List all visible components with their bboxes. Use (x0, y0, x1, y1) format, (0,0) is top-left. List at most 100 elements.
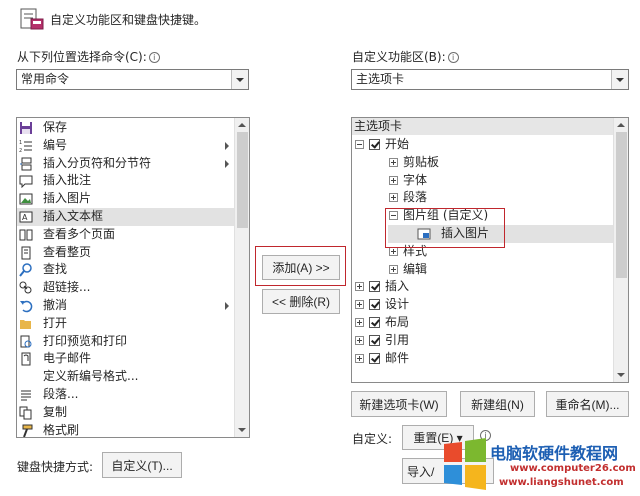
tree-item-label: 段落 (403, 190, 428, 205)
list-item[interactable]: 电子邮件 (17, 350, 235, 368)
chevron-down-icon[interactable] (611, 70, 628, 89)
format-painter-icon (19, 424, 33, 437)
chevron-down-icon[interactable] (231, 70, 248, 89)
tree-item[interactable]: 引用 (352, 332, 614, 350)
list-item[interactable]: 格式刷 (17, 422, 235, 437)
scroll-thumb[interactable] (237, 132, 248, 228)
submenu-arrow-icon (225, 159, 229, 168)
list-item-label: 复制 (43, 404, 68, 419)
list-item-label: 定义新编号格式... (43, 369, 139, 384)
collapse-icon[interactable] (355, 140, 364, 149)
windows-logo-icon (440, 438, 488, 490)
tab-checkbox[interactable] (369, 334, 380, 346)
tree-item[interactable]: 开始 (352, 136, 614, 154)
watermark-url-1: www.computer26.com (510, 463, 636, 474)
scroll-down-icon[interactable] (235, 423, 249, 437)
tree-item[interactable]: 编辑 (352, 261, 614, 279)
expand-icon[interactable] (389, 246, 398, 256)
tree-item-label: 布局 (385, 315, 410, 329)
svg-text:2: 2 (19, 148, 22, 153)
list-item[interactable]: 定义新编号格式... (17, 368, 235, 386)
list-item[interactable]: A 插入文本框 (17, 208, 235, 226)
expand-icon[interactable] (389, 157, 398, 167)
list-item[interactable]: 查看多个页面 (17, 226, 235, 244)
tree-item[interactable]: 布局 (352, 314, 614, 332)
list-item[interactable]: 插入批注 (17, 172, 235, 190)
customize-shortcuts-button[interactable]: 自定义(T)... (102, 452, 182, 478)
tree-item[interactable]: 字体 (352, 172, 614, 190)
list-item[interactable]: 插入分页符和分节符 (17, 155, 235, 173)
list-item[interactable]: 插入图片 (17, 190, 235, 208)
expand-icon[interactable] (355, 353, 364, 363)
list-item[interactable]: 打印预览和打印 (17, 333, 235, 351)
expand-icon[interactable] (389, 264, 398, 274)
tree-scrollbar[interactable] (613, 118, 628, 382)
tree-item[interactable]: 段落 (352, 189, 614, 207)
list-item-label: 超链接... (43, 280, 91, 295)
expand-icon[interactable] (355, 300, 364, 310)
undo-icon (19, 299, 33, 313)
list-item[interactable]: 撤消 (17, 297, 235, 315)
info-icon: i (447, 52, 459, 63)
list-item[interactable]: 查看整页 (17, 244, 235, 262)
expand-icon[interactable] (389, 175, 398, 185)
tab-checkbox[interactable] (369, 281, 380, 293)
multiple-pages-icon (19, 228, 33, 242)
customize-keyboard-icon (20, 8, 44, 30)
choose-commands-combo[interactable]: 常用命令 (16, 69, 249, 90)
highlight-box-group (385, 208, 505, 248)
blank-icon (19, 370, 33, 384)
scroll-down-icon[interactable] (614, 368, 628, 382)
tree-item[interactable]: 剪贴板 (352, 154, 614, 172)
list-item-label: 打印预览和打印 (43, 333, 128, 348)
list-item[interactable]: 保存 (17, 119, 235, 137)
expand-icon[interactable] (355, 318, 364, 327)
tab-checkbox[interactable] (369, 317, 380, 328)
expand-icon[interactable] (355, 335, 364, 345)
list-item-label: 格式刷 (43, 422, 80, 437)
print-preview-icon (19, 335, 33, 349)
commands-listbox[interactable]: 格式刷 复制 段落... 定义新编号格式... 电子邮件 打印预览和打印 打开 撤消 超链接..… (16, 117, 250, 438)
list-item[interactable]: 超链接... (17, 279, 235, 297)
tab-checkbox[interactable] (369, 139, 380, 150)
list-item-label: 插入文本框 (43, 209, 104, 223)
list-item[interactable]: 打开 (17, 315, 235, 333)
list-item-label: 插入批注 (43, 173, 92, 188)
tree-item[interactable]: 邮件 (352, 350, 614, 368)
list-item-label: 查看多个页面 (43, 226, 116, 241)
tree-header: 主选项卡 (352, 118, 614, 135)
add-button[interactable]: 添加(A) >> (262, 255, 340, 280)
expand-icon[interactable] (389, 193, 398, 203)
tree-item[interactable]: 设计 (352, 296, 614, 314)
list-item[interactable]: 复制 (17, 404, 235, 422)
list-item[interactable]: 查找 (17, 261, 235, 279)
list-item-label: 保存 (43, 120, 68, 134)
comment-icon (19, 174, 33, 189)
find-icon (19, 263, 33, 278)
svg-text:1: 1 (19, 140, 22, 146)
tab-checkbox[interactable] (369, 352, 380, 364)
customize-ribbon-combo[interactable]: 主选项卡 (351, 69, 629, 90)
email-icon (19, 352, 33, 366)
scroll-thumb[interactable] (616, 132, 627, 278)
list-item[interactable]: 段落... (17, 386, 235, 404)
tab-checkbox[interactable] (369, 299, 380, 311)
rename-button[interactable]: 重命名(M)... (546, 391, 629, 417)
new-group-button[interactable]: 新建组(N) (460, 391, 535, 417)
remove-button[interactable]: << 删除(R) (262, 289, 340, 314)
new-tab-button[interactable]: 新建选项卡(W) (351, 391, 447, 417)
tree-item[interactable]: 插入 (352, 278, 614, 296)
info-icon: i (148, 52, 160, 63)
scroll-up-icon[interactable] (235, 118, 249, 132)
list-item-label: 编号 (43, 137, 68, 152)
list-item[interactable]: 1 2 编号 (17, 137, 235, 155)
commands-scrollbar[interactable] (234, 118, 249, 437)
scroll-up-icon[interactable] (614, 118, 628, 132)
tree-item-label: 剪贴板 (403, 154, 440, 169)
ribbon-tree[interactable]: 主选项卡 开始 剪贴板 字体 段落 图片组 (自定义) 插入图片 样式 编辑 插入 设计 布局 引用邮… (351, 117, 629, 383)
submenu-arrow-icon (225, 302, 229, 310)
paragraph-icon (19, 388, 33, 402)
expand-icon[interactable] (355, 282, 364, 292)
customize-ribbon-label: 自定义功能区(B): i (352, 48, 459, 65)
page-break-icon (19, 157, 33, 171)
